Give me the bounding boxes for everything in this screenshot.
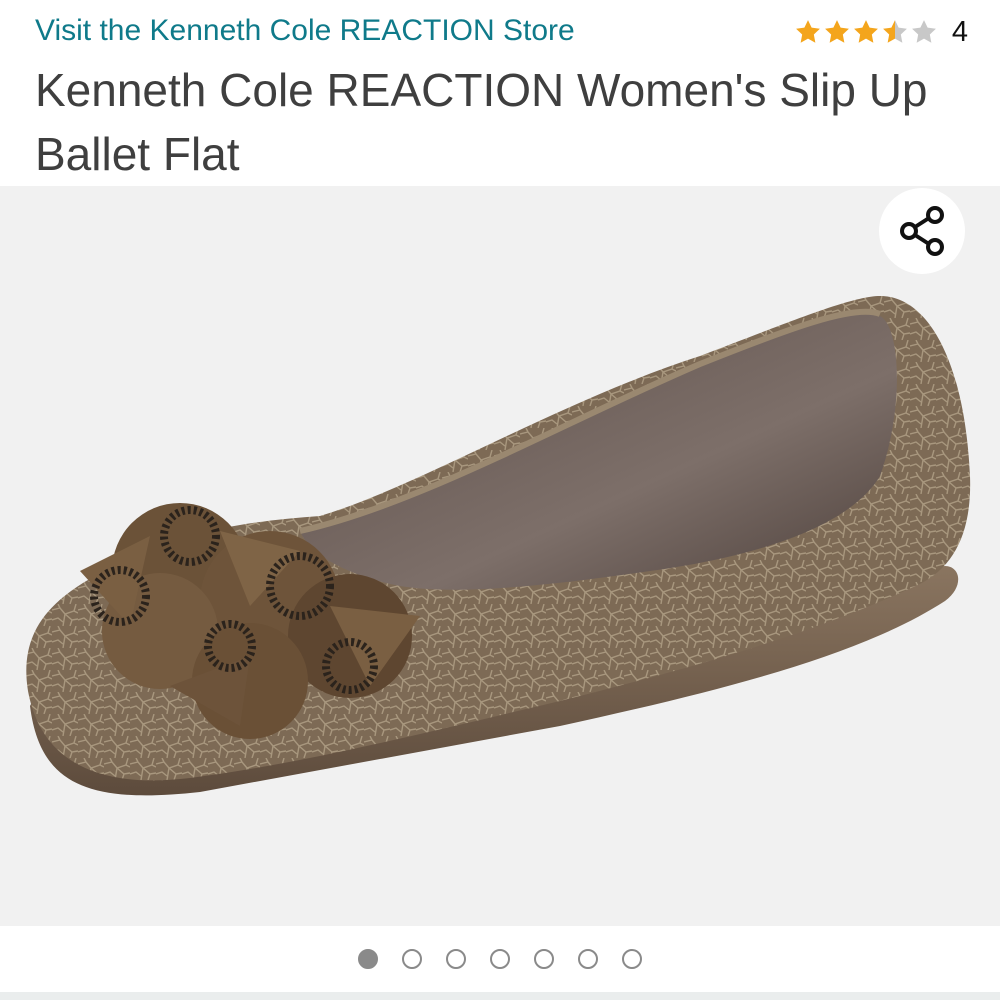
star-icon — [853, 20, 878, 43]
star-rating — [794, 18, 938, 46]
pagination-dot[interactable] — [578, 949, 598, 969]
section-divider — [0, 992, 1000, 1000]
share-icon — [900, 206, 944, 256]
pagination-dot[interactable] — [534, 949, 554, 969]
star-icon — [824, 20, 849, 43]
pagination-dot[interactable] — [358, 949, 378, 969]
half-star-icon — [882, 20, 907, 43]
share-button[interactable] — [879, 188, 965, 274]
pagination-dot[interactable] — [446, 949, 466, 969]
rating-count: 4 — [951, 15, 968, 48]
product-header: Visit the Kenneth Cole REACTION Store 4 … — [0, 0, 1000, 186]
image-pagination — [0, 926, 1000, 992]
product-image[interactable] — [0, 186, 1000, 926]
pagination-dot[interactable] — [622, 949, 642, 969]
pagination-dot[interactable] — [490, 949, 510, 969]
star-icon — [795, 20, 820, 43]
rating-widget[interactable]: 4 — [794, 14, 968, 50]
store-link[interactable]: Visit the Kenneth Cole REACTION Store — [35, 14, 575, 48]
product-image-gallery[interactable] — [0, 186, 1000, 926]
pagination-dot[interactable] — [402, 949, 422, 969]
product-title: Kenneth Cole REACTION Women's Slip Up Ba… — [35, 64, 928, 180]
empty-star-icon — [911, 20, 936, 43]
product-page: Visit the Kenneth Cole REACTION Store 4 … — [0, 0, 1000, 1000]
